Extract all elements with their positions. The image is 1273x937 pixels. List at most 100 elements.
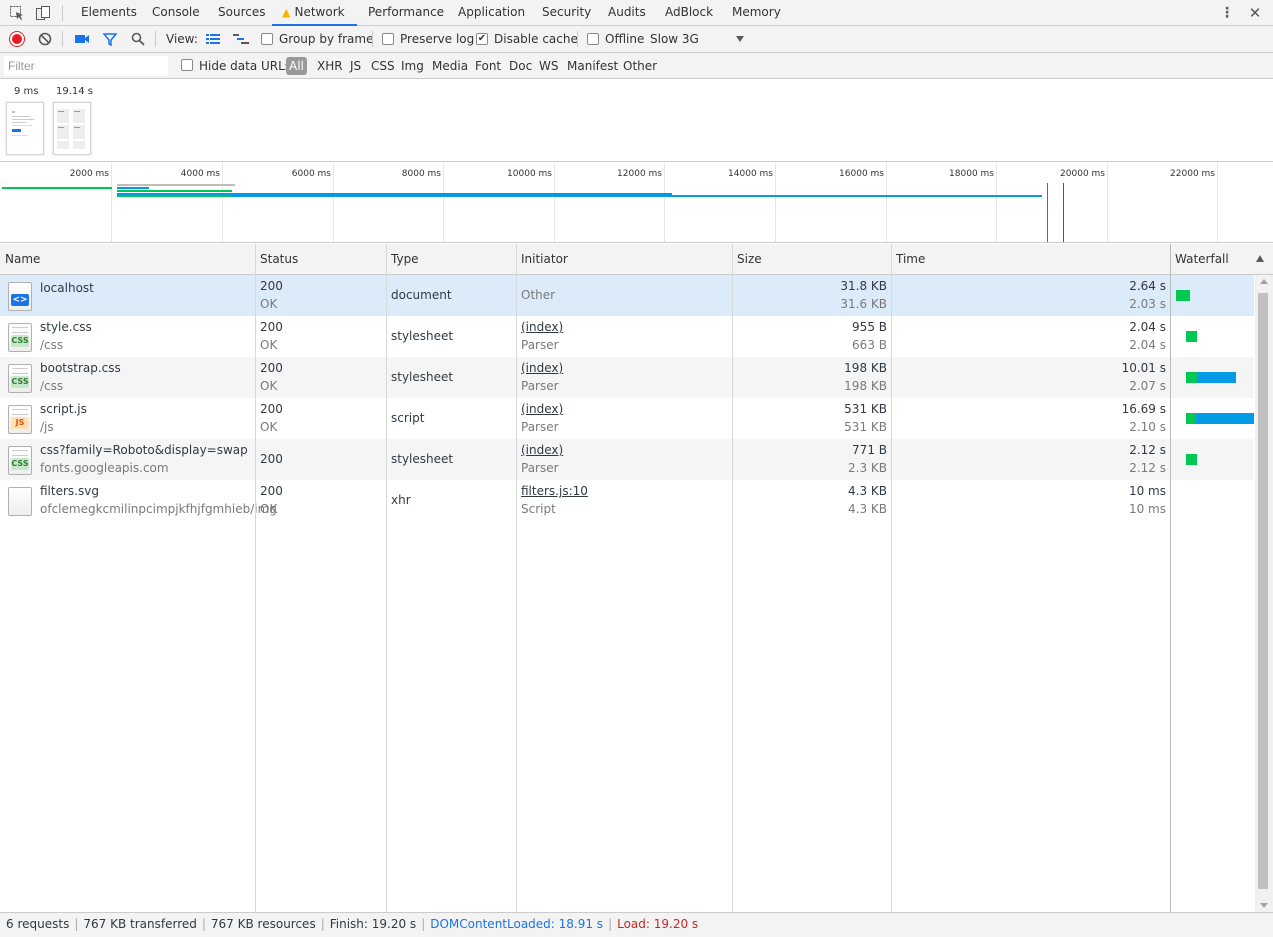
request-path: /css bbox=[40, 379, 64, 393]
initiator-type: Parser bbox=[521, 379, 559, 393]
initiator-link[interactable]: (index) bbox=[521, 441, 563, 459]
chevron-down-icon[interactable] bbox=[736, 36, 744, 42]
record-icon[interactable] bbox=[10, 32, 24, 46]
network-overview-timeline[interactable]: 2000 ms 4000 ms 6000 ms 8000 ms 10000 ms… bbox=[0, 163, 1273, 243]
waterfall-bar bbox=[1186, 331, 1197, 342]
request-size: 4.3 KB bbox=[848, 484, 887, 498]
request-status: 200 bbox=[260, 484, 283, 498]
filter-type-manifest[interactable]: Manifest bbox=[567, 58, 618, 74]
filmstrip-frame[interactable] bbox=[6, 102, 44, 155]
column-divider[interactable] bbox=[732, 244, 733, 912]
filter-type-doc[interactable]: Doc bbox=[509, 58, 532, 74]
clear-icon[interactable] bbox=[36, 30, 54, 48]
filter-type-font[interactable]: Font bbox=[475, 58, 501, 74]
network-summary-bar: 6 requests | 767 KB transferred | 767 KB res… bbox=[0, 912, 1273, 937]
large-rows-icon[interactable] bbox=[204, 30, 222, 48]
column-divider[interactable] bbox=[255, 244, 256, 912]
tab-application[interactable]: Application bbox=[458, 0, 525, 26]
inspect-element-icon[interactable] bbox=[8, 4, 26, 22]
request-status-text: OK bbox=[260, 338, 278, 352]
offline-checkbox[interactable] bbox=[587, 33, 599, 45]
waterfall-bar-waiting bbox=[1186, 372, 1197, 383]
initiator-link[interactable]: filters.js:10 bbox=[521, 482, 588, 500]
table-row[interactable]: <> localhost 200 OK document Other 31.8 … bbox=[0, 275, 1254, 316]
request-time: 10 ms bbox=[1128, 484, 1166, 498]
sort-ascending-icon[interactable] bbox=[1256, 255, 1264, 262]
column-header-size[interactable]: Size bbox=[737, 252, 762, 266]
filter-type-js[interactable]: JS bbox=[350, 58, 361, 74]
group-by-frame-checkbox[interactable] bbox=[261, 33, 273, 45]
search-icon[interactable] bbox=[129, 30, 147, 48]
initiator-link[interactable]: (index) bbox=[521, 318, 563, 336]
throttling-select[interactable]: Slow 3G bbox=[650, 30, 699, 48]
table-row[interactable]: CSS css?family=Roboto&display=swap fonts… bbox=[0, 439, 1254, 480]
tab-adblock[interactable]: AdBlock bbox=[665, 0, 713, 26]
request-path: fonts.googleapis.com bbox=[40, 461, 169, 475]
column-header-status[interactable]: Status bbox=[260, 252, 298, 266]
vertical-scrollbar[interactable] bbox=[1255, 275, 1273, 912]
tab-sources[interactable]: Sources bbox=[218, 0, 265, 26]
timeline-gridline bbox=[996, 163, 997, 242]
timeline-tick-label: 10000 ms bbox=[507, 169, 552, 179]
timeline-gridline bbox=[333, 163, 334, 242]
column-header-initiator[interactable]: Initiator bbox=[521, 252, 568, 266]
screenshot-filmstrip: 9 ms 19.14 s bbox=[0, 80, 1273, 162]
timeline-gridline bbox=[664, 163, 665, 242]
overview-waterfall-icon[interactable] bbox=[232, 30, 250, 48]
close-icon[interactable]: ✕ bbox=[1246, 4, 1264, 22]
more-options-icon[interactable]: ⋮ bbox=[1218, 4, 1236, 22]
filter-type-ws[interactable]: WS bbox=[539, 58, 558, 74]
hide-data-urls-checkbox[interactable] bbox=[181, 59, 193, 71]
column-header-time[interactable]: Time bbox=[896, 252, 925, 266]
filter-type-media[interactable]: Media bbox=[432, 58, 468, 74]
table-row[interactable]: filters.svg ofclemegkcmilinpcimpjkfhjfgm… bbox=[0, 480, 1254, 521]
request-latency: 2.12 s bbox=[1129, 461, 1166, 475]
filter-input[interactable] bbox=[4, 56, 168, 76]
scroll-down-icon[interactable] bbox=[1260, 903, 1268, 908]
filter-type-img[interactable]: Img bbox=[401, 58, 424, 74]
filter-type-css[interactable]: CSS bbox=[371, 58, 395, 74]
initiator-link[interactable]: (index) bbox=[521, 359, 563, 377]
filter-type-other[interactable]: Other bbox=[623, 58, 657, 74]
table-row[interactable]: CSS bootstrap.css /css 200 OK stylesheet… bbox=[0, 357, 1254, 398]
summary-load: Load: 19.20 s bbox=[617, 917, 699, 931]
scroll-up-icon[interactable] bbox=[1260, 279, 1268, 284]
initiator-link[interactable]: (index) bbox=[521, 400, 563, 418]
filmstrip-frame[interactable] bbox=[53, 102, 91, 155]
column-header-name[interactable]: Name bbox=[5, 252, 40, 266]
summary-resources: 767 KB resources bbox=[210, 917, 316, 931]
filter-type-all[interactable]: All bbox=[286, 57, 307, 75]
tab-elements[interactable]: Elements bbox=[81, 0, 137, 26]
preserve-log-checkbox[interactable] bbox=[382, 33, 394, 45]
filter-type-xhr[interactable]: XHR bbox=[317, 58, 343, 74]
device-toolbar-icon[interactable] bbox=[34, 4, 52, 22]
waterfall-bar-waiting bbox=[1186, 413, 1196, 424]
column-divider[interactable] bbox=[1170, 244, 1171, 912]
capture-screenshots-icon[interactable] bbox=[73, 30, 91, 48]
css-file-icon: CSS bbox=[8, 323, 32, 352]
table-row[interactable]: JS script.js /js 200 OK script (index) P… bbox=[0, 398, 1254, 439]
disable-cache-checkbox[interactable]: ✔ bbox=[476, 33, 488, 45]
tab-memory[interactable]: Memory bbox=[732, 0, 781, 26]
tab-security[interactable]: Security bbox=[542, 0, 591, 26]
tab-performance[interactable]: Performance bbox=[368, 0, 444, 26]
filter-icon[interactable] bbox=[101, 30, 119, 48]
column-divider[interactable] bbox=[891, 244, 892, 912]
column-header-waterfall[interactable]: Waterfall bbox=[1175, 252, 1229, 266]
waterfall-bar-download bbox=[1197, 372, 1236, 383]
tab-console[interactable]: Console bbox=[152, 0, 200, 26]
column-divider[interactable] bbox=[386, 244, 387, 912]
table-row[interactable]: CSS style.css /css 200 OK stylesheet (in… bbox=[0, 316, 1254, 357]
overview-request-bar bbox=[2, 187, 112, 189]
css-file-icon: CSS bbox=[8, 446, 32, 475]
tab-network[interactable]: ▲ Network bbox=[272, 0, 357, 26]
timeline-tick-label: 12000 ms bbox=[617, 169, 662, 179]
blank-file-icon bbox=[8, 487, 32, 516]
column-header-type[interactable]: Type bbox=[391, 252, 419, 266]
tab-audits[interactable]: Audits bbox=[608, 0, 646, 26]
timeline-gridline bbox=[222, 163, 223, 242]
scrollbar-thumb[interactable] bbox=[1258, 293, 1268, 889]
devtools-tab-bar: Elements Console Sources ▲ Network Perfor… bbox=[0, 0, 1273, 26]
tab-divider bbox=[62, 5, 63, 21]
column-divider[interactable] bbox=[516, 244, 517, 912]
